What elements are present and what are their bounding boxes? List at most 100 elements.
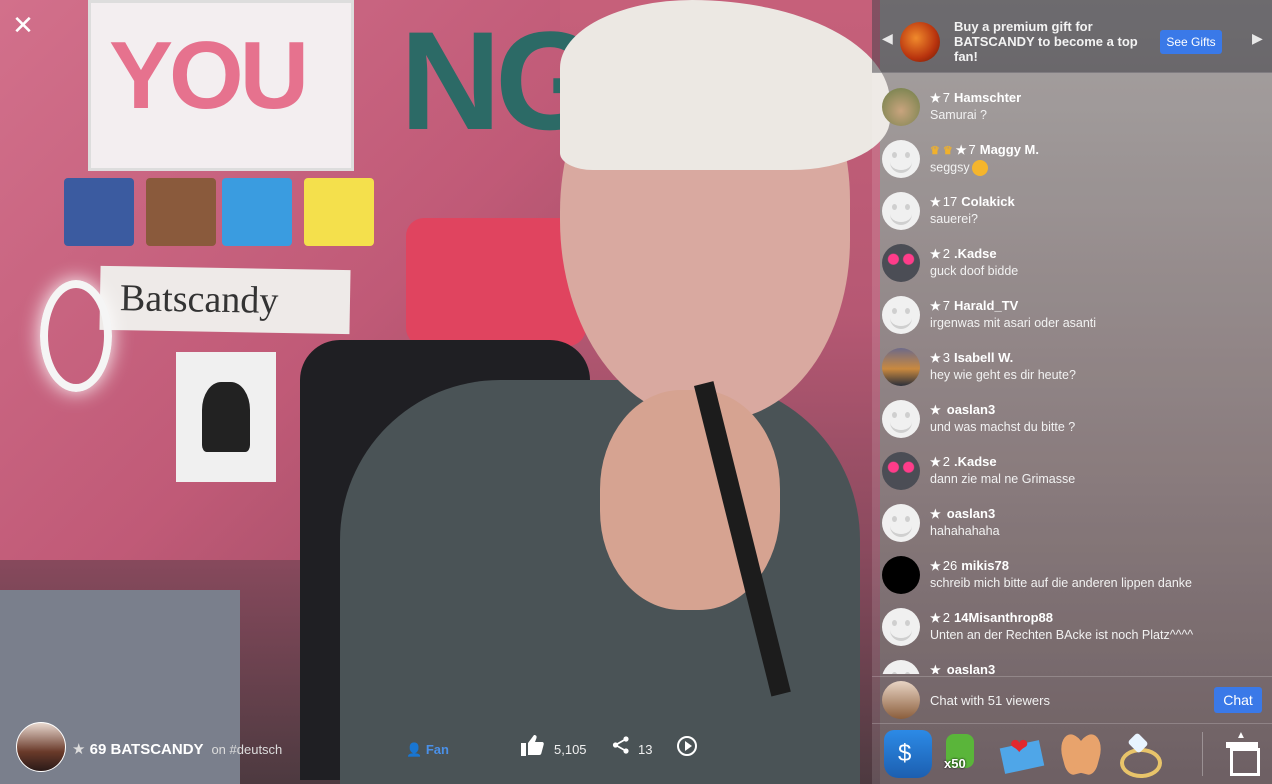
banner-prev-icon[interactable]: ◀ <box>882 30 893 47</box>
message-body: hey wie geht es dir heute? <box>930 368 1076 382</box>
message-body: hahahahaha <box>930 524 1000 538</box>
chat-message-header[interactable]: ★ 2 .Kadse <box>930 454 997 469</box>
star-icon: ★ <box>930 195 941 209</box>
chat-message-header[interactable]: ★ 7 Harald_TV <box>930 298 1018 313</box>
see-gifts-button[interactable]: See Gifts <box>1160 30 1222 54</box>
default-avatar[interactable] <box>882 608 920 646</box>
chat-message-header[interactable]: ★ 3 Isabell W. <box>930 350 1013 365</box>
star-icon: ★ <box>930 299 941 313</box>
gift-box-body <box>1230 748 1260 776</box>
chat-panel: ◀ Buy a premium gift for BATSCANDY to be… <box>872 0 1272 784</box>
user-level: 17 <box>942 194 958 209</box>
star-icon: ★ <box>930 351 941 365</box>
share-count: 13 <box>638 742 653 757</box>
user-level: 2 <box>942 246 950 261</box>
chat-message: ★ 17 Colakick sauerei? <box>882 188 1262 240</box>
default-avatar[interactable] <box>882 296 920 334</box>
message-body: seggsy <box>930 160 970 175</box>
diamond-ring-gift-icon[interactable] <box>1114 730 1162 778</box>
chat-input-bar[interactable]: Chat with 51 viewers Chat <box>872 676 1272 724</box>
gift-box-arrow: ▲ <box>1236 730 1246 741</box>
star-icon: ★ <box>930 91 941 105</box>
gift-bar: $ x50 ❤ ▲ <box>872 724 1272 784</box>
cat-avatar[interactable] <box>882 244 920 282</box>
chat-message-text: irgenwas mit asari oder asanti <box>930 316 1096 330</box>
host-info[interactable]: ★ 69 BATSCANDY on #deutsch <box>72 740 282 758</box>
gift-box-icon[interactable]: ▲ <box>1220 730 1268 778</box>
chat-message: ★ oaslan3 und was machst du bitte ? <box>882 396 1262 448</box>
message-body: Unten an der Rechten BAcke ist noch Plat… <box>930 628 1194 642</box>
replay-icon[interactable] <box>677 736 697 756</box>
chat-message-text: Unten an der Rechten BAcke ist noch Plat… <box>930 628 1193 642</box>
default-avatar[interactable] <box>882 504 920 542</box>
user-name: Colakick <box>961 194 1015 209</box>
chat-button[interactable]: Chat <box>1214 687 1262 713</box>
chat-message-header[interactable]: ★ 7 Hamschter <box>930 90 1021 105</box>
user-level: 2 <box>942 610 950 625</box>
chat-input[interactable]: Chat with 51 viewers <box>930 693 1050 708</box>
video-sign <box>406 218 586 346</box>
default-avatar[interactable] <box>882 192 920 230</box>
video-facebook-tile <box>64 178 134 246</box>
video-snapchat-tile <box>304 178 374 246</box>
user-name: mikis78 <box>961 558 1009 573</box>
host-channel[interactable]: on #deutsch <box>211 742 282 757</box>
thumbs-up-x50-gift-icon[interactable]: x50 <box>938 730 986 778</box>
close-icon[interactable]: ✕ <box>10 12 36 38</box>
dog-avatar[interactable] <box>882 88 920 126</box>
user-level: 7 <box>942 90 950 105</box>
chat-message-text: seggsy <box>930 160 988 176</box>
chat-message: ★ oaslan3 hahahahaha <box>882 500 1262 552</box>
cat-avatar[interactable] <box>882 452 920 490</box>
default-avatar[interactable] <box>882 140 920 178</box>
thumbs-up-icon[interactable] <box>520 734 544 756</box>
share-icon[interactable] <box>612 736 630 754</box>
chat-message: ★ 3 Isabell W. hey wie geht es dir heute? <box>882 344 1262 396</box>
clapping-hands-gift-icon[interactable] <box>1056 730 1105 778</box>
chat-message-header[interactable]: ★ 2 14Misanthrop88 <box>930 610 1053 625</box>
banner-next-icon[interactable]: ▶ <box>1252 30 1263 47</box>
star-icon: ★ <box>955 143 967 157</box>
video-instagram-tile <box>146 178 216 246</box>
chat-message-list[interactable]: ★ 7 Hamschter Samurai ? ♛ ♛ ★ 7 Maggy M. seggsy ★ 1… <box>872 84 1272 674</box>
default-avatar[interactable] <box>882 400 920 438</box>
heart-icon: ❤ <box>1010 734 1029 759</box>
chat-message-header[interactable]: ★ 2 .Kadse <box>930 246 997 261</box>
chat-message-header[interactable]: ★ oaslan3 <box>930 402 995 417</box>
chat-message-text: sauerei? <box>930 212 978 226</box>
chat-message-text: hey wie geht es dir heute? <box>930 368 1076 382</box>
love-letter-gift-icon[interactable]: ❤ <box>998 730 1046 778</box>
user-level: 26 <box>942 558 958 573</box>
ring-band <box>1120 748 1162 778</box>
star-icon: ★ <box>930 663 941 674</box>
chat-message-header[interactable]: ★ oaslan3 <box>930 506 995 521</box>
video-nameplate: Batscandy <box>99 265 351 335</box>
user-name: Isabell W. <box>954 350 1014 365</box>
sunset-avatar[interactable] <box>882 348 920 386</box>
fan-user-icon: 👤 <box>406 742 423 757</box>
chat-message-header[interactable]: ★ 17 Colakick <box>930 194 1015 209</box>
chat-message-header[interactable]: ♛ ♛ ★ 7 Maggy M. <box>930 142 1039 157</box>
user-name: oaslan3 <box>946 402 996 417</box>
host-star-icon: ★ <box>72 741 86 758</box>
chat-message-header[interactable]: ★ oaslan3 <box>930 662 995 674</box>
chat-message-header[interactable]: ★ 26 mikis78 <box>930 558 1009 573</box>
host-avatar[interactable] <box>16 722 66 772</box>
chat-message-text: guck doof bidde <box>930 264 1018 278</box>
user-name: .Kadse <box>954 454 997 469</box>
gift-promo-banner: ◀ Buy a premium gift for BATSCANDY to be… <box>872 0 1272 73</box>
message-body: dann zie mal ne Grimasse <box>930 472 1076 486</box>
chat-message-text: und was machst du bitte ? <box>930 420 1075 434</box>
message-body: schreib mich bitte auf die anderen lippe… <box>930 576 1192 590</box>
chat-message: ★ oaslan3 <box>882 656 1262 674</box>
crown-icon: ♛ <box>930 145 940 157</box>
user-name: oaslan3 <box>946 662 996 674</box>
default-avatar[interactable] <box>882 660 920 674</box>
chat-message-text: schreib mich bitte auf die anderen lippe… <box>930 576 1192 590</box>
money-jar-gift-icon[interactable]: $ <box>884 730 932 778</box>
black-avatar[interactable] <box>882 556 920 594</box>
video-poster: YOU <box>88 0 354 171</box>
fan-label: Fan <box>425 742 449 757</box>
fan-button[interactable]: 👤 Fan <box>406 742 449 758</box>
host-level: 69 <box>89 741 107 758</box>
